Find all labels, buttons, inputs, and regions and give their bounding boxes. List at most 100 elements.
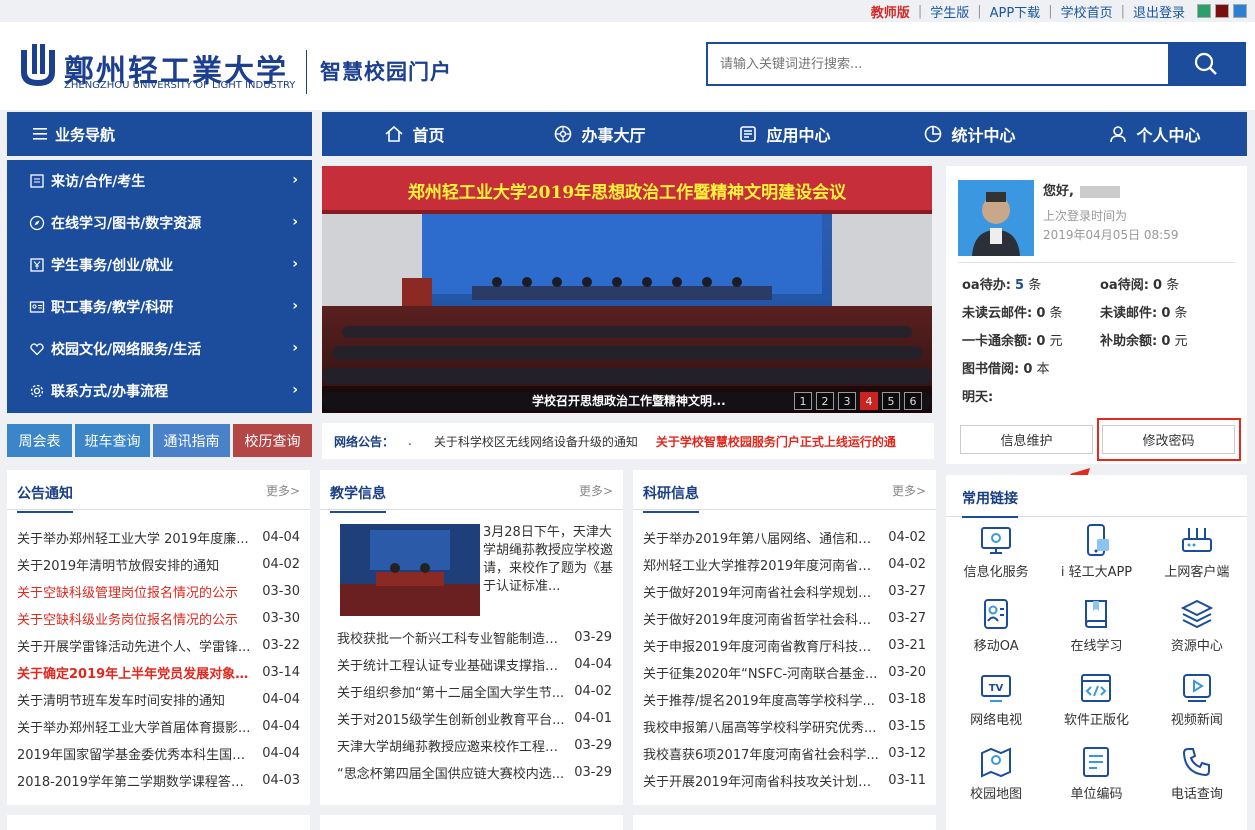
stat-mail[interactable]: 未读邮件: 0 条 bbox=[1100, 302, 1188, 321]
sidebar-item-staff-affairs[interactable]: 职工事务/教学/科研 › bbox=[7, 286, 312, 328]
common-links-panel: 常用链接 信息化服务 i 轻工大APP 上网客户端 移动OA 在线学习 资源中心… bbox=[946, 475, 1247, 830]
teaching-feature-text[interactable]: 3月28日下午，天津大学胡绳荪教授应学校邀请，来校作了题为《基于认证标准... bbox=[483, 524, 613, 598]
weekly-meeting-button[interactable]: 周会表 bbox=[7, 424, 72, 457]
carousel-page-4[interactable]: 4 bbox=[860, 392, 878, 410]
list-item[interactable]: 关于确定2019年上半年党员发展对象有... 03-14 bbox=[17, 659, 300, 686]
announcements-more-link[interactable]: 更多> bbox=[266, 482, 300, 499]
list-item[interactable]: 关于空缺科级管理岗位报名情况的公示 03-30 bbox=[17, 578, 300, 605]
yen-icon bbox=[30, 258, 44, 272]
list-item[interactable]: 关于开展学雷锋活动先进个人、学雷锋... 03-22 bbox=[17, 632, 300, 659]
stat-subsidy-balance[interactable]: 补助余额: 0 元 bbox=[1100, 330, 1188, 349]
stat-library[interactable]: 图书借阅: 0 本 bbox=[962, 358, 1050, 377]
list-item[interactable]: 我校申报第八届高等学校科学研究优秀... 03-15 bbox=[643, 713, 926, 740]
last-login-time: 2019年04月05日 08:59 bbox=[1043, 228, 1179, 242]
link-network-client[interactable]: 上网客户端 bbox=[1147, 523, 1247, 597]
sidebar-item-contact[interactable]: 联系方式/办事流程 › bbox=[7, 370, 312, 412]
stat-oa-todo[interactable]: oa待办: 5 条 bbox=[962, 274, 1041, 293]
link-unit-code[interactable]: 单位编码 bbox=[1046, 745, 1146, 819]
list-item[interactable]: 关于举办郑州轻工业大学首届体育摄影... 04-04 bbox=[17, 713, 300, 740]
link-phone-lookup[interactable]: 电话查询 bbox=[1147, 745, 1247, 819]
theme-blue-swatch[interactable] bbox=[1233, 4, 1247, 18]
sidebar-item-visit[interactable]: 来访/合作/考生 › bbox=[7, 160, 312, 202]
info-maintain-button[interactable]: 信息维护 bbox=[960, 425, 1093, 454]
search-button[interactable] bbox=[1168, 44, 1244, 84]
stat-cloud-mail[interactable]: 未读云邮件: 0 条 bbox=[962, 302, 1063, 321]
list-item[interactable]: 关于对2015级学生创新创业教育平台... 04-01 bbox=[337, 705, 612, 732]
research-more-link[interactable]: 更多> bbox=[892, 482, 926, 499]
stat-oa-read[interactable]: oa待阅: 0 条 bbox=[1100, 274, 1179, 293]
list-item[interactable]: 郑州轻工业大学推荐2019年度河南省教... 04-02 bbox=[643, 551, 926, 578]
list-item[interactable]: 关于举办2019年第八届网络、通信和计... 04-02 bbox=[643, 524, 926, 551]
school-home-link[interactable]: 学校首页 bbox=[1053, 2, 1121, 21]
app-download-link[interactable]: APP下载 bbox=[982, 2, 1049, 21]
nav-home[interactable]: 首页 bbox=[322, 112, 507, 156]
link-network-tv[interactable]: TV 网络电视 bbox=[946, 671, 1046, 745]
notice-item[interactable]: 关于科学校区无线网络设备升级的通知 bbox=[434, 433, 638, 450]
list-item[interactable]: 天津大学胡绳荪教授应邀来校作工程教... 03-29 bbox=[337, 732, 612, 759]
sidebar-item-student-affairs[interactable]: 学生事务/创业/就业 › bbox=[7, 244, 312, 286]
list-item[interactable]: 关于统计工程认证专业基础课支撑指标... 04-04 bbox=[337, 651, 612, 678]
sidebar-item-learning[interactable]: 在线学习/图书/数字资源 › bbox=[7, 202, 312, 244]
business-nav-header[interactable]: 业务导航 bbox=[7, 112, 312, 156]
carousel-page-3[interactable]: 3 bbox=[838, 392, 856, 410]
list-item[interactable]: 关于申报2019年度河南省教育厅科技成... 03-21 bbox=[643, 632, 926, 659]
link-resource-center[interactable]: 资源中心 bbox=[1147, 597, 1247, 671]
list-item-date: 03-11 bbox=[888, 773, 926, 788]
link-it-service[interactable]: 信息化服务 bbox=[946, 523, 1046, 597]
notice-item[interactable]: 关于学校智慧校园服务门户正式上线运行的通 bbox=[656, 433, 896, 450]
list-item[interactable]: 关于做好2019年河南省社会科学规划决... 03-27 bbox=[643, 578, 926, 605]
list-item-title: 天津大学胡绳荪教授应邀来校作工程教... bbox=[337, 740, 569, 755]
carousel-page-2[interactable]: 2 bbox=[816, 392, 834, 410]
nav-stats-center[interactable]: 统计中心 bbox=[877, 112, 1062, 156]
logout-link[interactable]: 退出登录 bbox=[1125, 2, 1193, 21]
nav-service-hall[interactable]: 办事大厅 bbox=[507, 112, 692, 156]
list-item[interactable]: 我校喜获6项2017年度河南省社会科学... 03-12 bbox=[643, 740, 926, 767]
contact-guide-button[interactable]: 通讯指南 bbox=[153, 424, 230, 457]
main-nav: 首页 办事大厅 应用中心 统计中心 个人中心 bbox=[322, 112, 1247, 156]
nav-personal-center[interactable]: 个人中心 bbox=[1062, 112, 1247, 156]
link-app[interactable]: i 轻工大APP bbox=[1046, 523, 1146, 597]
carousel-page-6[interactable]: 6 bbox=[904, 392, 922, 410]
list-item[interactable]: 关于2019年清明节放假安排的通知 04-02 bbox=[17, 551, 300, 578]
news-carousel[interactable]: 郑州轻工业大学2019年思想政治工作暨精神文明建设会议 学校召开思想政治工作暨精… bbox=[322, 166, 932, 413]
link-genuine-software[interactable]: 软件正版化 bbox=[1046, 671, 1146, 745]
search-input[interactable] bbox=[708, 44, 1168, 84]
list-item[interactable]: 关于做好2019年度河南省哲学社会科学... 03-27 bbox=[643, 605, 926, 632]
theme-red-swatch[interactable] bbox=[1215, 4, 1229, 18]
shuttle-bus-button[interactable]: 班车查询 bbox=[75, 424, 150, 457]
chevron-right-icon: › bbox=[292, 382, 298, 398]
banner-caption[interactable]: 学校召开思想政治工作暨精神文明... bbox=[532, 392, 726, 409]
link-online-learning[interactable]: 在线学习 bbox=[1046, 597, 1146, 671]
list-item[interactable]: “思念杯第四届全国供应链大赛校内选... 03-29 bbox=[337, 759, 612, 786]
list-item[interactable]: 关于空缺科级业务岗位报名情况的公示 03-30 bbox=[17, 605, 300, 632]
list-item[interactable]: 关于组织参加“第十二届全国大学生节... 04-02 bbox=[337, 678, 612, 705]
list-item[interactable]: 关于推荐/提名2019年度高等学校科学... 03-18 bbox=[643, 686, 926, 713]
list-item[interactable]: 我校获批一个新兴工科专业智能制造工... 03-29 bbox=[337, 624, 612, 651]
list-item[interactable]: 关于开展2019年河南省科技攻关计划（... 03-11 bbox=[643, 767, 926, 794]
list-item-date: 03-27 bbox=[888, 611, 926, 626]
link-mobile-oa[interactable]: 移动OA bbox=[946, 597, 1046, 671]
teacher-version-link[interactable]: 教师版 bbox=[863, 2, 918, 21]
list-item[interactable]: 关于征集2020年“NSFC-河南联合基金... 03-20 bbox=[643, 659, 926, 686]
list-item[interactable]: 2019年国家留学基金委优秀本科生国际... 04-04 bbox=[17, 740, 300, 767]
change-password-button[interactable]: 修改密码 bbox=[1102, 425, 1235, 454]
student-version-link[interactable]: 学生版 bbox=[922, 2, 977, 21]
list-item[interactable]: 关于举办郑州轻工业大学 2019年度廉... 04-04 bbox=[17, 524, 300, 551]
school-calendar-button[interactable]: 校历查询 bbox=[233, 424, 312, 457]
list-item-date: 04-01 bbox=[574, 711, 612, 726]
sidebar-item-campus-culture[interactable]: 校园文化/网络服务/生活 › bbox=[7, 328, 312, 370]
theme-green-swatch[interactable] bbox=[1197, 4, 1211, 18]
list-item-title: 2019年国家留学基金委优秀本科生国际... bbox=[17, 748, 257, 763]
carousel-page-5[interactable]: 5 bbox=[882, 392, 900, 410]
list-item-date: 03-12 bbox=[888, 746, 926, 761]
teaching-more-link[interactable]: 更多> bbox=[579, 482, 613, 499]
list-item[interactable]: 关于清明节班车发车时间安排的通知 04-04 bbox=[17, 686, 300, 713]
link-campus-map[interactable]: 校园地图 bbox=[946, 745, 1046, 819]
link-video-news[interactable]: 视频新闻 bbox=[1147, 671, 1247, 745]
list-item-title: 关于开展学雷锋活动先进个人、学雷锋... bbox=[17, 640, 251, 655]
teaching-feature-image[interactable] bbox=[340, 524, 480, 616]
stat-card-balance[interactable]: 一卡通余额: 0 元 bbox=[962, 330, 1063, 349]
nav-app-center[interactable]: 应用中心 bbox=[692, 112, 877, 156]
carousel-page-1[interactable]: 1 bbox=[794, 392, 812, 410]
list-item[interactable]: 2018-2019学年第二学期数学课程答疑... 04-03 bbox=[17, 767, 300, 794]
